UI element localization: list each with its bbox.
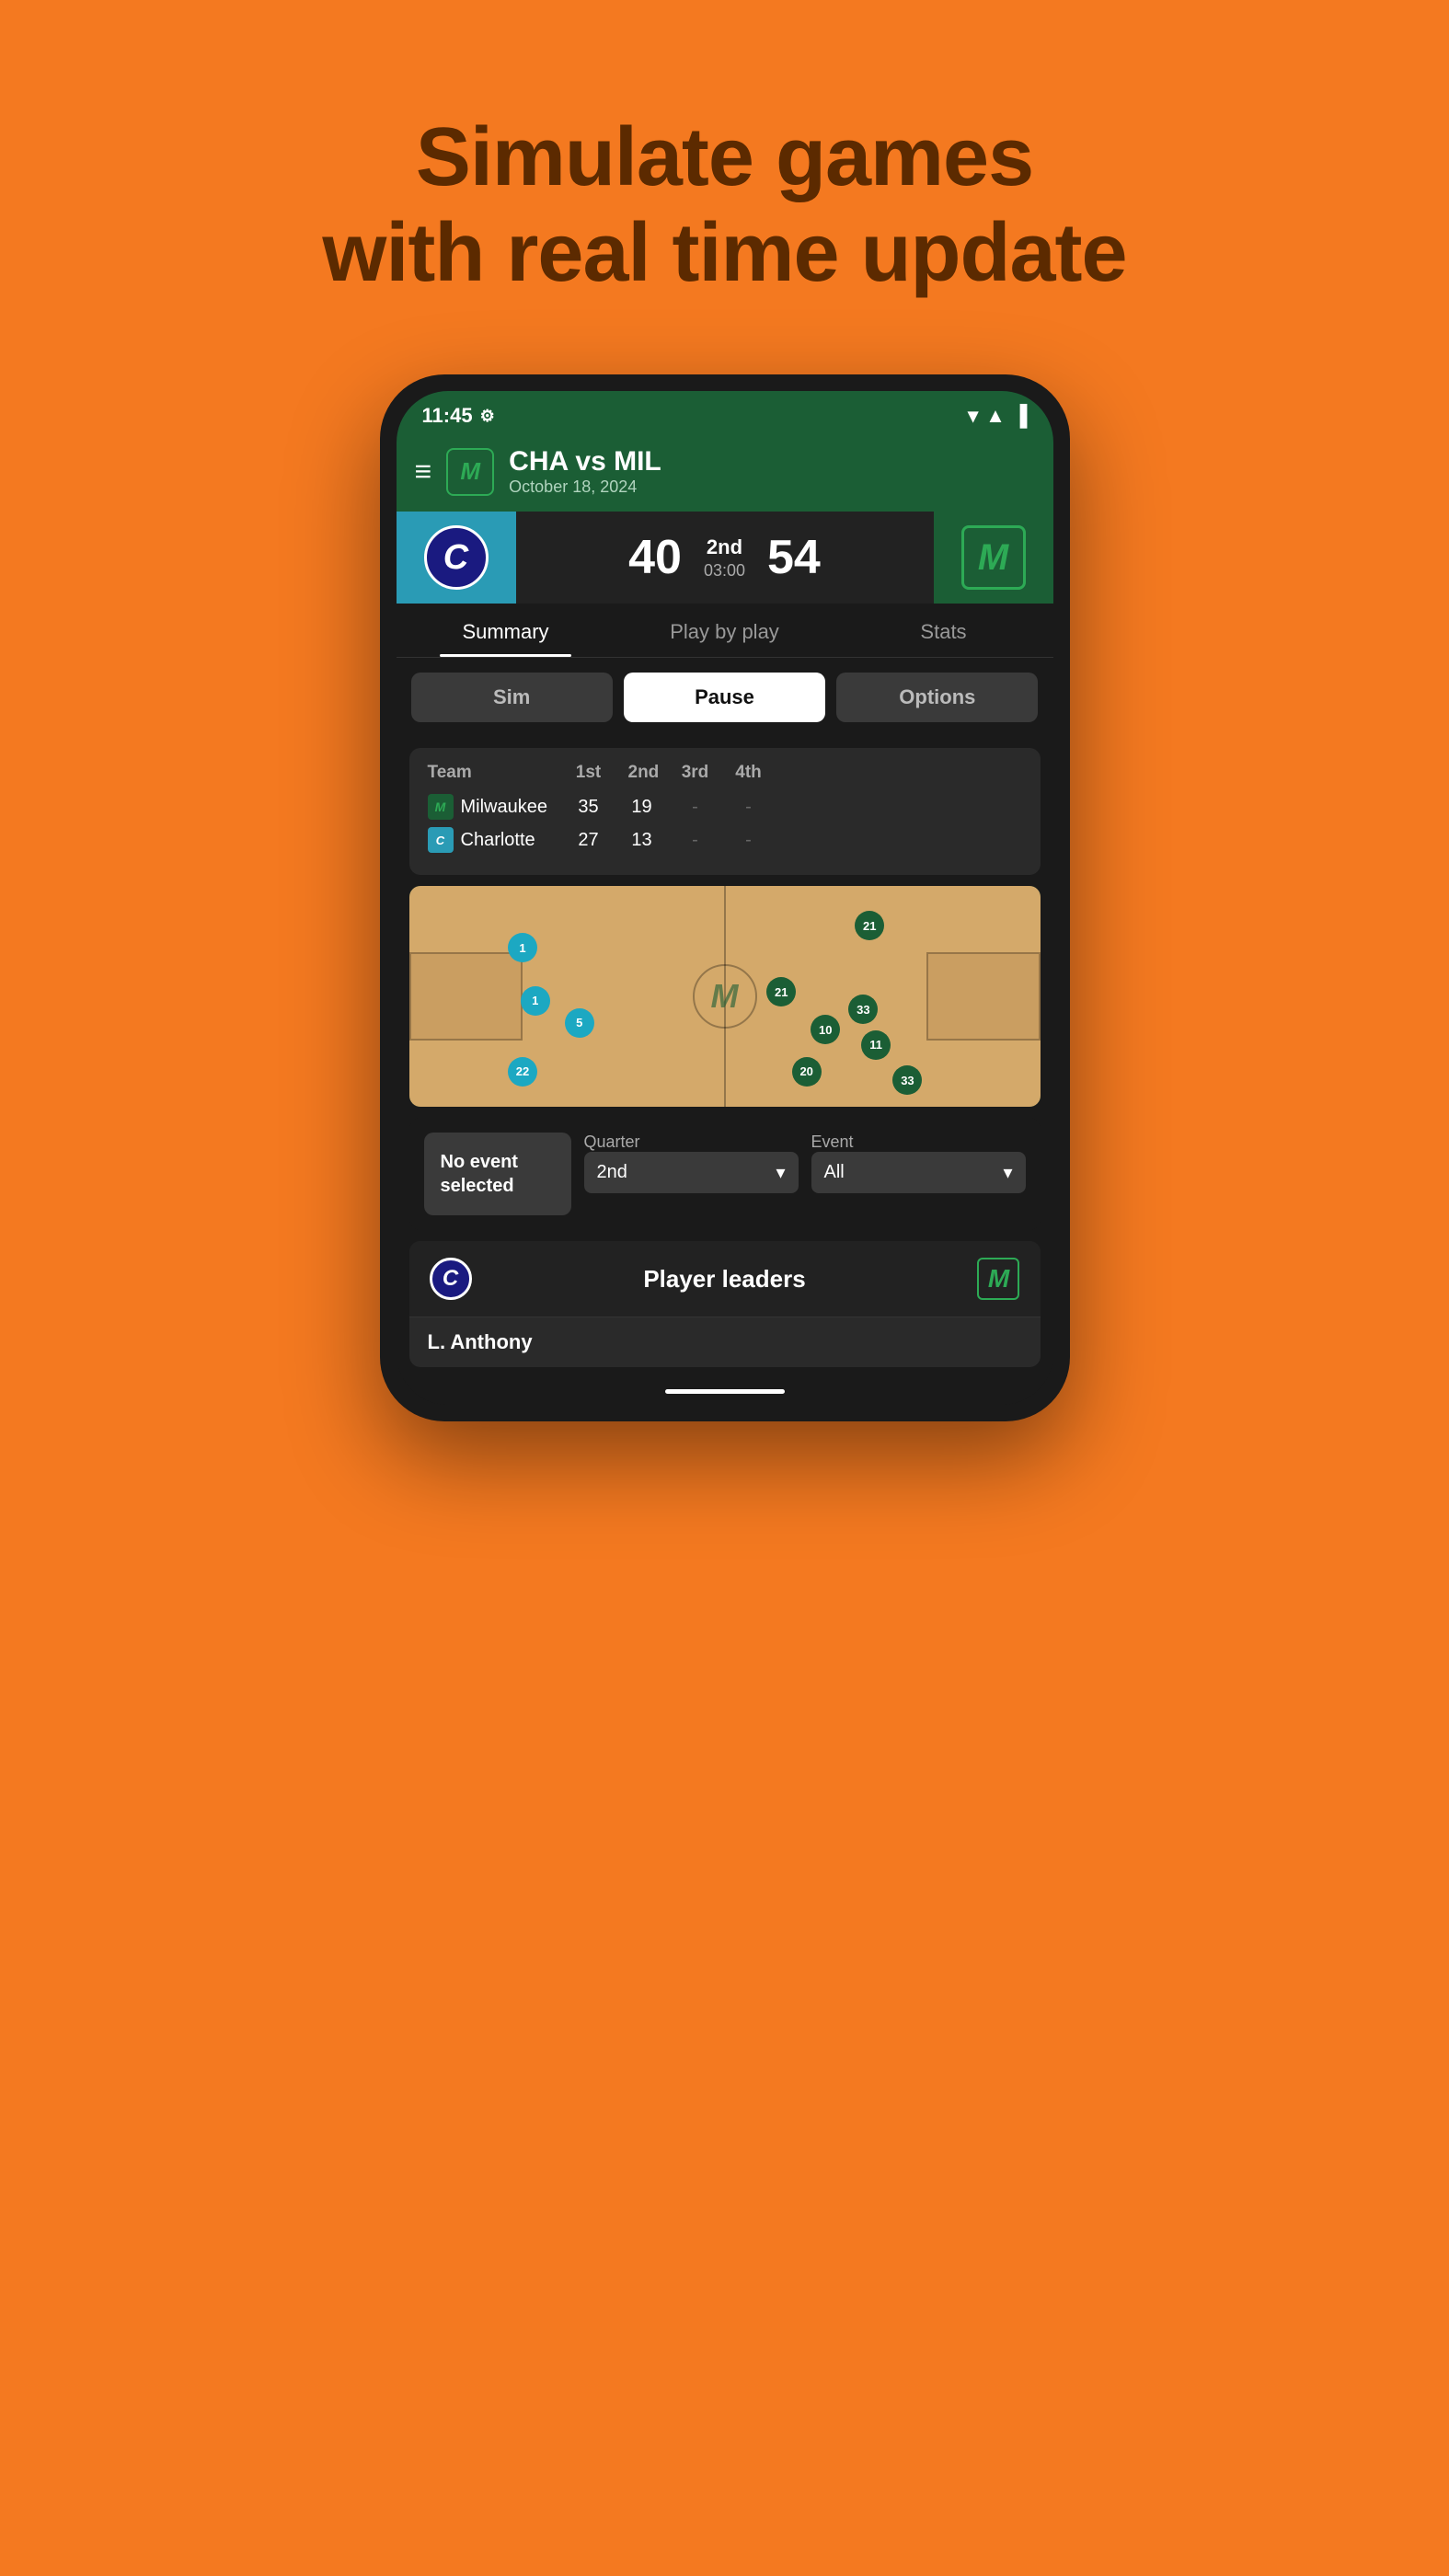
cha-logo-circle: C xyxy=(430,1258,472,1300)
pause-button[interactable]: Pause xyxy=(624,673,825,722)
no-event-label: No event selected xyxy=(441,1150,555,1198)
mil-q1: 35 xyxy=(575,797,603,818)
sb-row-charlotte: C Charlotte 27 13 - - xyxy=(428,827,1022,853)
home-bar xyxy=(665,1389,785,1394)
cha-q1: 27 xyxy=(575,830,603,851)
player-dot-mil-33b[interactable]: 33 xyxy=(892,1065,922,1095)
player-dot-mil-10[interactable]: 10 xyxy=(811,1015,840,1044)
team-b-initial: M xyxy=(961,525,1026,590)
team-b-score: 54 xyxy=(767,530,821,585)
no-event-box: No event selected xyxy=(424,1133,571,1215)
signal-icon: ▲ xyxy=(985,404,1006,428)
court-logo: M xyxy=(711,977,739,1016)
game-clock-info: 2nd 03:00 xyxy=(704,535,745,581)
cha-q2: 13 xyxy=(628,830,656,851)
event-value: All xyxy=(824,1162,845,1183)
page-headline: Simulate games with real time update xyxy=(322,55,1126,301)
team-a-logo: C xyxy=(397,512,516,604)
team-b-logo: M xyxy=(934,512,1053,604)
quarter-select[interactable]: 2nd ▾ xyxy=(584,1152,799,1193)
mil-q3: - xyxy=(682,797,709,818)
cha-logo-small: C xyxy=(428,827,454,853)
player-dot-cha-1b[interactable]: 1 xyxy=(521,986,550,1016)
player-dot-cha-5[interactable]: 5 xyxy=(565,1008,594,1038)
filter-row: Quarter 2nd ▾ Event All ▾ xyxy=(584,1133,1026,1193)
tab-stats[interactable]: Stats xyxy=(834,604,1053,657)
scoreboard-table: Team 1st 2nd 3rd 4th M Milwaukee 35 19 - xyxy=(409,748,1041,875)
right-paint xyxy=(926,952,1040,1041)
filter-group: Quarter 2nd ▾ Event All ▾ xyxy=(584,1133,1026,1193)
player-dot-mil-21a[interactable]: 21 xyxy=(855,911,884,940)
team-a-score: 40 xyxy=(628,530,682,585)
player-dot-mil-21b[interactable]: 21 xyxy=(766,977,796,1006)
sb-q4-header: 4th xyxy=(735,763,763,783)
game-controls: Sim Pause Options xyxy=(397,658,1053,737)
mil-q4: - xyxy=(735,797,763,818)
match-info: CHA vs MIL October 18, 2024 xyxy=(509,446,661,497)
quarter-filter: Quarter 2nd ▾ xyxy=(584,1133,799,1193)
quarter-chevron-icon: ▾ xyxy=(776,1161,785,1184)
phone-device: 11:45 ⚙ ▾ ▲ ▐ ≡ M CHA vs MIL October 18,… xyxy=(380,374,1070,1421)
player-leaders-title: Player leaders xyxy=(643,1265,805,1294)
app-header: ≡ M CHA vs MIL October 18, 2024 xyxy=(397,435,1053,512)
left-paint xyxy=(409,952,523,1041)
player-dot-mil-33a[interactable]: 33 xyxy=(848,995,878,1024)
quarter-filter-label: Quarter xyxy=(584,1133,799,1152)
settings-icon: ⚙ xyxy=(480,407,495,426)
header-team-logo: M xyxy=(446,448,494,496)
quarter-label: 2nd xyxy=(704,535,745,559)
player-dot-cha-22[interactable]: 22 xyxy=(508,1057,537,1087)
match-date: October 18, 2024 xyxy=(509,477,661,497)
home-indicator xyxy=(397,1378,1053,1405)
sb-row-milwaukee: M Milwaukee 35 19 - - xyxy=(428,794,1022,820)
player-dot-mil-20[interactable]: 20 xyxy=(792,1057,822,1087)
match-title: CHA vs MIL xyxy=(509,446,661,477)
sb-team-header: Team xyxy=(428,763,575,783)
cha-team-name: Charlotte xyxy=(461,830,535,851)
cha-q4: - xyxy=(735,830,763,851)
mil-logo-small: M xyxy=(428,794,454,820)
player-row-anthony: L. Anthony xyxy=(409,1317,1041,1367)
player-dot-cha-1a[interactable]: 1 xyxy=(508,933,537,962)
score-display: 40 2nd 03:00 54 xyxy=(516,530,934,585)
status-time: 11:45 xyxy=(422,404,473,428)
tab-play-by-play[interactable]: Play by play xyxy=(615,604,834,657)
status-bar: 11:45 ⚙ ▾ ▲ ▐ xyxy=(397,391,1053,435)
mil-team-name: Milwaukee xyxy=(461,797,547,818)
sim-button[interactable]: Sim xyxy=(411,673,613,722)
mil-logo-leaders: M xyxy=(975,1256,1021,1302)
headline-line1: Simulate games xyxy=(322,110,1126,206)
player-dot-mil-11[interactable]: 11 xyxy=(861,1030,891,1060)
tab-summary[interactable]: Summary xyxy=(397,604,615,657)
score-section: C 40 2nd 03:00 54 M xyxy=(397,512,1053,604)
sb-q1-header: 1st xyxy=(575,763,603,783)
scoreboard-header: Team 1st 2nd 3rd 4th xyxy=(428,763,1022,783)
player-leaders-section: C Player leaders M L. Anthony xyxy=(409,1241,1041,1367)
cha-logo-leaders: C xyxy=(428,1256,474,1302)
wifi-icon: ▾ xyxy=(968,404,978,428)
tab-bar: Summary Play by play Stats xyxy=(397,604,1053,658)
event-select[interactable]: All ▾ xyxy=(811,1152,1026,1193)
event-filter-item: Event All ▾ xyxy=(811,1133,1026,1193)
battery-icon: ▐ xyxy=(1013,404,1028,428)
mil-q2: 19 xyxy=(628,797,656,818)
cha-q3: - xyxy=(682,830,709,851)
mil-logo-box: M xyxy=(977,1258,1019,1300)
phone-screen: 11:45 ⚙ ▾ ▲ ▐ ≡ M CHA vs MIL October 18,… xyxy=(397,391,1053,1405)
quarter-value: 2nd xyxy=(597,1162,627,1183)
event-filter-section: No event selected Quarter 2nd ▾ Event A xyxy=(409,1118,1041,1230)
player-leaders-header: C Player leaders M xyxy=(409,1241,1041,1317)
game-clock: 03:00 xyxy=(704,561,745,581)
court-surface: M 1 1 5 22 21 21 10 33 11 20 33 xyxy=(409,886,1041,1107)
sb-q2-header: 2nd xyxy=(628,763,656,783)
player-name-anthony: L. Anthony xyxy=(428,1330,533,1353)
event-chevron-icon: ▾ xyxy=(1003,1161,1012,1184)
headline-line2: with real time update xyxy=(322,206,1126,302)
options-button[interactable]: Options xyxy=(836,673,1038,722)
team-a-initial: C xyxy=(424,525,489,590)
sb-q3-header: 3rd xyxy=(682,763,709,783)
event-filter-label: Event xyxy=(811,1133,1026,1152)
court-visualization: M 1 1 5 22 21 21 10 33 11 20 33 xyxy=(409,886,1041,1107)
menu-button[interactable]: ≡ xyxy=(415,454,432,489)
